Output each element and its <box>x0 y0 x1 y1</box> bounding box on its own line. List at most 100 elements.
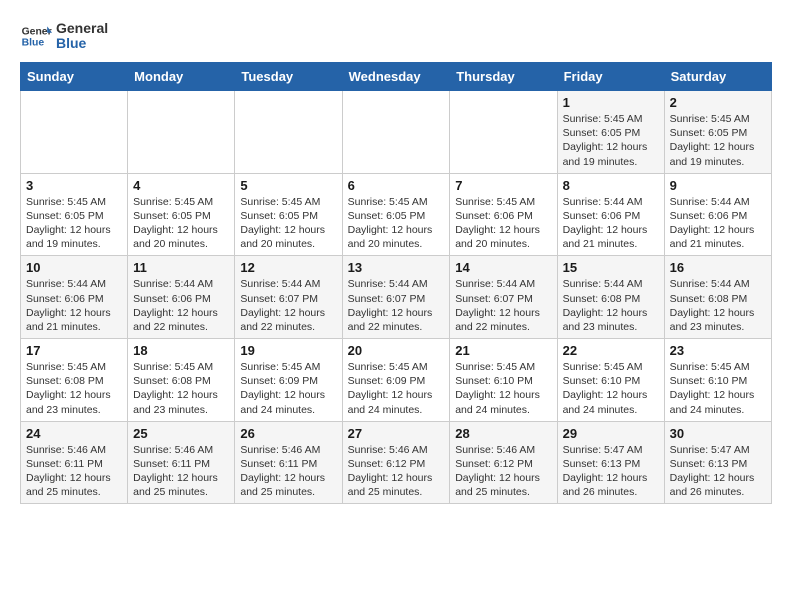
day-cell <box>235 91 342 174</box>
day-cell: 7Sunrise: 5:45 AM Sunset: 6:06 PM Daylig… <box>450 173 557 256</box>
weekday-header-monday: Monday <box>128 63 235 91</box>
day-cell: 6 Sunrise: 5:45 AM Sunset: 6:05 PM Daylig… <box>342 173 450 256</box>
day-number: 8 <box>563 178 659 193</box>
day-cell: 21 Sunrise: 5:45 AM Sunset: 6:10 PM Dayli… <box>450 339 557 422</box>
day-number: 14 <box>455 260 551 275</box>
day-number: 11 <box>133 260 229 275</box>
day-number: 28 <box>455 426 551 441</box>
day-cell: 12 Sunrise: 5:44 AM Sunset: 6:07 PM Dayli… <box>235 256 342 339</box>
day-info: Sunrise: 5:45 AM Sunset: 6:09 PM Dayligh… <box>240 360 336 417</box>
day-cell: 27 Sunrise: 5:46 AM Sunset: 6:12 PM Dayli… <box>342 421 450 504</box>
day-info: Sunrise: 5:46 AM Sunset: 6:11 PM Dayligh… <box>240 443 336 500</box>
day-info: Sunrise: 5:45 AM Sunset: 6:05 PM Dayligh… <box>133 195 229 252</box>
day-cell: 23 Sunrise: 5:45 AM Sunset: 6:10 PM Dayli… <box>664 339 771 422</box>
day-cell: 5 Sunrise: 5:45 AM Sunset: 6:05 PM Daylig… <box>235 173 342 256</box>
week-row-1: 1Sunrise: 5:45 AM Sunset: 6:05 PM Daylig… <box>21 91 772 174</box>
logo-blue: Blue <box>56 36 108 51</box>
day-info: Sunrise: 5:45 AM Sunset: 6:10 PM Dayligh… <box>563 360 659 417</box>
day-info: Sunrise: 5:46 AM Sunset: 6:11 PM Dayligh… <box>133 443 229 500</box>
day-number: 21 <box>455 343 551 358</box>
week-row-2: 3 Sunrise: 5:45 AM Sunset: 6:05 PM Daylig… <box>21 173 772 256</box>
day-number: 24 <box>26 426 122 441</box>
day-cell: 19 Sunrise: 5:45 AM Sunset: 6:09 PM Dayli… <box>235 339 342 422</box>
logo: General Blue General Blue <box>20 20 108 52</box>
day-info: Sunrise: 5:44 AM Sunset: 6:08 PM Dayligh… <box>670 277 766 334</box>
day-cell: 3 Sunrise: 5:45 AM Sunset: 6:05 PM Daylig… <box>21 173 128 256</box>
weekday-header-thursday: Thursday <box>450 63 557 91</box>
day-cell: 29 Sunrise: 5:47 AM Sunset: 6:13 PM Dayli… <box>557 421 664 504</box>
day-info: Sunrise: 5:45 AM Sunset: 6:05 PM Dayligh… <box>670 112 766 169</box>
day-info: Sunrise: 5:44 AM Sunset: 6:07 PM Dayligh… <box>455 277 551 334</box>
day-number: 27 <box>348 426 445 441</box>
week-row-5: 24 Sunrise: 5:46 AM Sunset: 6:11 PM Dayli… <box>21 421 772 504</box>
day-number: 3 <box>26 178 122 193</box>
day-cell: 16 Sunrise: 5:44 AM Sunset: 6:08 PM Dayli… <box>664 256 771 339</box>
day-number: 9 <box>670 178 766 193</box>
day-cell: 28Sunrise: 5:46 AM Sunset: 6:12 PM Dayli… <box>450 421 557 504</box>
day-info: Sunrise: 5:47 AM Sunset: 6:13 PM Dayligh… <box>563 443 659 500</box>
header: General Blue General Blue <box>20 20 772 52</box>
day-info: Sunrise: 5:45 AM Sunset: 6:06 PM Dayligh… <box>455 195 551 252</box>
day-number: 30 <box>670 426 766 441</box>
weekday-header-sunday: Sunday <box>21 63 128 91</box>
calendar-table: SundayMondayTuesdayWednesdayThursdayFrid… <box>20 62 772 504</box>
logo-icon: General Blue <box>20 20 52 52</box>
day-number: 29 <box>563 426 659 441</box>
day-number: 16 <box>670 260 766 275</box>
day-number: 2 <box>670 95 766 110</box>
day-number: 17 <box>26 343 122 358</box>
day-info: Sunrise: 5:45 AM Sunset: 6:10 PM Dayligh… <box>670 360 766 417</box>
day-cell: 22 Sunrise: 5:45 AM Sunset: 6:10 PM Dayli… <box>557 339 664 422</box>
weekday-header-friday: Friday <box>557 63 664 91</box>
day-info: Sunrise: 5:44 AM Sunset: 6:06 PM Dayligh… <box>563 195 659 252</box>
day-info: Sunrise: 5:45 AM Sunset: 6:05 PM Dayligh… <box>563 112 659 169</box>
day-cell: 15 Sunrise: 5:44 AM Sunset: 6:08 PM Dayli… <box>557 256 664 339</box>
day-info: Sunrise: 5:45 AM Sunset: 6:10 PM Dayligh… <box>455 360 551 417</box>
day-number: 25 <box>133 426 229 441</box>
day-cell: 17 Sunrise: 5:45 AM Sunset: 6:08 PM Dayli… <box>21 339 128 422</box>
day-cell: 8 Sunrise: 5:44 AM Sunset: 6:06 PM Daylig… <box>557 173 664 256</box>
day-number: 6 <box>348 178 445 193</box>
weekday-header-wednesday: Wednesday <box>342 63 450 91</box>
weekday-header-tuesday: Tuesday <box>235 63 342 91</box>
day-number: 20 <box>348 343 445 358</box>
day-info: Sunrise: 5:44 AM Sunset: 6:06 PM Dayligh… <box>26 277 122 334</box>
day-info: Sunrise: 5:44 AM Sunset: 6:08 PM Dayligh… <box>563 277 659 334</box>
day-info: Sunrise: 5:46 AM Sunset: 6:12 PM Dayligh… <box>348 443 445 500</box>
day-cell <box>450 91 557 174</box>
day-number: 26 <box>240 426 336 441</box>
weekday-header-saturday: Saturday <box>664 63 771 91</box>
day-cell: 24 Sunrise: 5:46 AM Sunset: 6:11 PM Dayli… <box>21 421 128 504</box>
day-cell: 20Sunrise: 5:45 AM Sunset: 6:09 PM Dayli… <box>342 339 450 422</box>
day-info: Sunrise: 5:46 AM Sunset: 6:11 PM Dayligh… <box>26 443 122 500</box>
day-number: 19 <box>240 343 336 358</box>
day-number: 22 <box>563 343 659 358</box>
weekday-header-row: SundayMondayTuesdayWednesdayThursdayFrid… <box>21 63 772 91</box>
day-info: Sunrise: 5:44 AM Sunset: 6:06 PM Dayligh… <box>133 277 229 334</box>
day-cell <box>21 91 128 174</box>
day-cell: 26 Sunrise: 5:46 AM Sunset: 6:11 PM Dayli… <box>235 421 342 504</box>
week-row-3: 10Sunrise: 5:44 AM Sunset: 6:06 PM Dayli… <box>21 256 772 339</box>
day-cell: 25 Sunrise: 5:46 AM Sunset: 6:11 PM Dayli… <box>128 421 235 504</box>
svg-text:Blue: Blue <box>22 38 45 49</box>
day-number: 18 <box>133 343 229 358</box>
day-number: 15 <box>563 260 659 275</box>
day-info: Sunrise: 5:45 AM Sunset: 6:05 PM Dayligh… <box>348 195 445 252</box>
day-cell: 11 Sunrise: 5:44 AM Sunset: 6:06 PM Dayli… <box>128 256 235 339</box>
day-cell <box>128 91 235 174</box>
day-info: Sunrise: 5:45 AM Sunset: 6:05 PM Dayligh… <box>26 195 122 252</box>
day-cell <box>342 91 450 174</box>
day-number: 5 <box>240 178 336 193</box>
day-info: Sunrise: 5:45 AM Sunset: 6:08 PM Dayligh… <box>26 360 122 417</box>
day-cell: 2 Sunrise: 5:45 AM Sunset: 6:05 PM Daylig… <box>664 91 771 174</box>
day-number: 4 <box>133 178 229 193</box>
day-number: 12 <box>240 260 336 275</box>
day-info: Sunrise: 5:45 AM Sunset: 6:08 PM Dayligh… <box>133 360 229 417</box>
day-info: Sunrise: 5:47 AM Sunset: 6:13 PM Dayligh… <box>670 443 766 500</box>
day-number: 23 <box>670 343 766 358</box>
logo-general: General <box>56 21 108 36</box>
day-cell: 4 Sunrise: 5:45 AM Sunset: 6:05 PM Daylig… <box>128 173 235 256</box>
day-cell: 14 Sunrise: 5:44 AM Sunset: 6:07 PM Dayli… <box>450 256 557 339</box>
day-info: Sunrise: 5:45 AM Sunset: 6:05 PM Dayligh… <box>240 195 336 252</box>
day-info: Sunrise: 5:44 AM Sunset: 6:07 PM Dayligh… <box>240 277 336 334</box>
